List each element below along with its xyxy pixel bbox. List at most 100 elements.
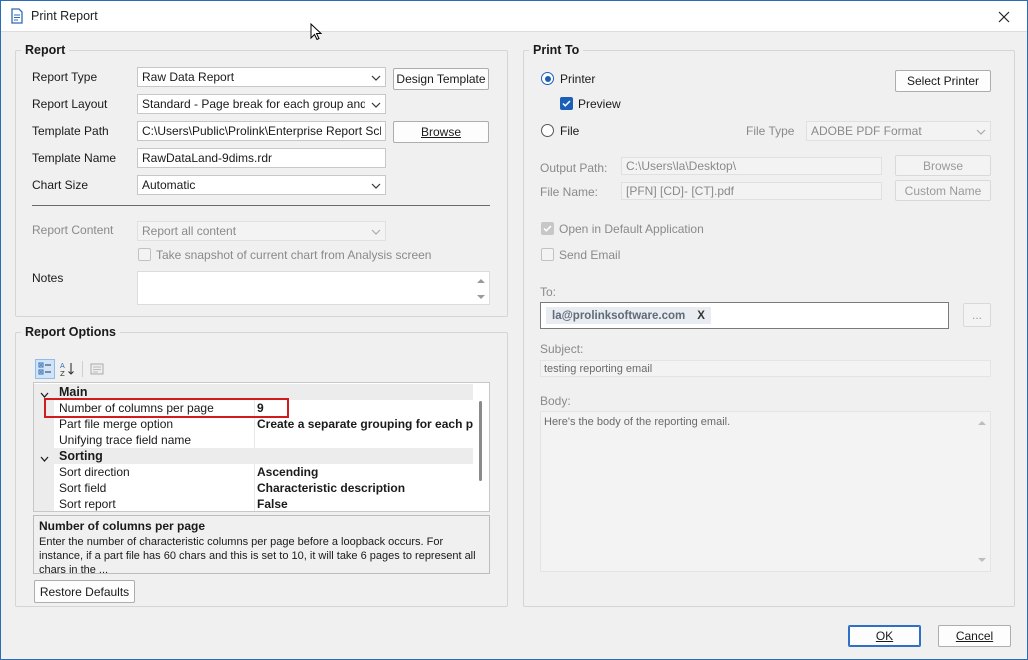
property-row[interactable]: Sort direction Ascending bbox=[34, 464, 474, 480]
cancel-label: Cancel bbox=[955, 629, 994, 643]
chart-size-label: Chart Size bbox=[32, 178, 89, 192]
description-title: Number of columns per page bbox=[39, 519, 206, 533]
snapshot-checkbox[interactable] bbox=[138, 248, 151, 261]
design-template-button[interactable]: Design Template bbox=[393, 68, 489, 90]
title-bar: Print Report bbox=[1, 1, 1027, 32]
custom-name-button[interactable]: Custom Name bbox=[895, 180, 991, 201]
property-grid-scrollbar[interactable] bbox=[473, 383, 489, 511]
chevron-down-icon bbox=[371, 180, 381, 194]
restore-defaults-label: Restore Defaults bbox=[39, 584, 130, 599]
snapshot-label: Take snapshot of current chart from Anal… bbox=[156, 248, 432, 262]
ok-button[interactable]: OK bbox=[848, 625, 921, 647]
svg-text:Z: Z bbox=[60, 370, 65, 377]
send-email-checkbox[interactable] bbox=[541, 248, 554, 261]
remove-recipient-icon[interactable]: X bbox=[697, 310, 705, 322]
report-options-title: Report Options bbox=[21, 325, 120, 339]
toolbar-separator bbox=[82, 361, 83, 377]
mouse-cursor-icon bbox=[310, 22, 323, 44]
restore-defaults-button[interactable]: Restore Defaults bbox=[34, 580, 135, 603]
report-type-label: Report Type bbox=[32, 70, 98, 84]
report-content-label: Report Content bbox=[32, 223, 114, 237]
template-name-field[interactable]: RawDataLand-9dims.rdr bbox=[137, 148, 386, 168]
report-group-title: Report bbox=[21, 43, 70, 57]
open-default-label: Open in Default Application bbox=[559, 222, 704, 236]
print-to-title: Print To bbox=[529, 43, 584, 57]
description-text: Enter the number of characteristic colum… bbox=[39, 536, 476, 576]
notes-label: Notes bbox=[32, 271, 64, 285]
body-label: Body: bbox=[540, 394, 571, 408]
sort-az-icon: AZ bbox=[60, 362, 74, 377]
output-path-label: Output Path: bbox=[540, 161, 608, 175]
file-name-label: File Name: bbox=[540, 185, 599, 199]
body-value: Here's the body of the reporting email. bbox=[544, 416, 731, 428]
category-sorting[interactable]: Sorting bbox=[34, 448, 474, 464]
report-layout-label: Report Layout bbox=[32, 97, 108, 111]
file-type-label: File Type bbox=[746, 124, 795, 138]
cancel-button[interactable]: Cancel bbox=[938, 625, 1011, 647]
property-pages-icon bbox=[90, 363, 104, 375]
chart-size-select[interactable]: Automatic bbox=[137, 175, 386, 195]
svg-text:A: A bbox=[60, 362, 65, 370]
notes-textarea[interactable] bbox=[137, 271, 490, 305]
printer-label: Printer bbox=[560, 72, 596, 86]
to-recipients-field[interactable]: la@prolinksoftware.com X bbox=[540, 302, 949, 329]
subject-field[interactable]: testing reporting email bbox=[540, 360, 991, 377]
file-label: File bbox=[560, 124, 580, 138]
output-browse-button[interactable]: Browse bbox=[895, 155, 991, 176]
more-label: ... bbox=[971, 308, 982, 322]
custom-name-label: Custom Name bbox=[904, 183, 982, 198]
output-path-field[interactable]: C:\Users\la\Desktop\ bbox=[621, 157, 882, 175]
chevron-down-icon bbox=[371, 226, 381, 240]
close-button[interactable] bbox=[981, 1, 1027, 32]
chevron-down-icon bbox=[371, 72, 381, 86]
report-layout-select[interactable]: Standard - Page break for each group and… bbox=[137, 94, 386, 114]
checkmark-icon bbox=[562, 100, 571, 107]
chevron-down-icon bbox=[976, 126, 986, 140]
property-row[interactable]: Sort report False bbox=[34, 496, 474, 511]
window-title: Print Report bbox=[31, 9, 98, 23]
template-path-field[interactable]: C:\Users\Public\Prolink\Enterprise Repor… bbox=[137, 121, 386, 141]
to-label: To: bbox=[540, 285, 557, 299]
property-row[interactable]: Unifying trace field name bbox=[34, 432, 474, 448]
report-type-select[interactable]: Raw Data Report bbox=[137, 67, 386, 87]
categorized-icon bbox=[38, 362, 51, 375]
body-scrollbar[interactable] bbox=[974, 412, 990, 571]
file-name-field[interactable]: [PFN] [CD]- [CT].pdf bbox=[621, 182, 882, 200]
ok-label: OK bbox=[875, 629, 894, 643]
property-pages-button[interactable] bbox=[87, 359, 107, 379]
browse-label: Browse bbox=[420, 125, 461, 139]
chevron-down-icon bbox=[371, 99, 381, 113]
checkmark-icon bbox=[543, 225, 552, 232]
template-path-label: Template Path bbox=[32, 124, 109, 138]
send-email-label: Send Email bbox=[559, 248, 621, 262]
template-browse-button[interactable]: Browse bbox=[393, 121, 489, 143]
alphabetical-view-button[interactable]: AZ bbox=[58, 359, 78, 379]
preview-label: Preview bbox=[578, 97, 621, 111]
section-divider bbox=[32, 205, 490, 206]
property-description-panel: Number of columns per page Enter the num… bbox=[33, 515, 490, 576]
print-report-dialog: Print Report Report Report Type Raw Data… bbox=[0, 0, 1028, 660]
document-icon bbox=[10, 8, 24, 27]
printer-radio[interactable] bbox=[541, 72, 554, 85]
template-name-label: Template Name bbox=[32, 151, 117, 165]
file-radio[interactable] bbox=[541, 124, 554, 137]
highlight-annotation bbox=[44, 398, 289, 418]
scrollbar-thumb[interactable] bbox=[479, 401, 482, 481]
open-default-checkbox[interactable] bbox=[541, 222, 554, 235]
categorized-view-button[interactable] bbox=[35, 359, 55, 379]
subject-value: testing reporting email bbox=[544, 363, 653, 375]
preview-checkbox[interactable] bbox=[560, 97, 573, 110]
body-textarea[interactable]: Here's the body of the reporting email. bbox=[540, 411, 991, 572]
report-content-select[interactable]: Report all content bbox=[137, 221, 386, 241]
property-row[interactable]: Part file merge option Create a separate… bbox=[34, 416, 474, 432]
property-row[interactable]: Sort field Characteristic description bbox=[34, 480, 474, 496]
address-book-button[interactable]: ... bbox=[963, 303, 991, 327]
output-browse-label: Browse bbox=[922, 158, 963, 173]
notes-scrollbar[interactable] bbox=[473, 272, 489, 304]
email-chip[interactable]: la@prolinksoftware.com X bbox=[546, 307, 711, 324]
file-type-select[interactable]: ADOBE PDF Format bbox=[806, 121, 991, 141]
close-icon bbox=[998, 11, 1010, 22]
select-printer-button[interactable]: Select Printer bbox=[895, 70, 991, 92]
email-chip-text: la@prolinksoftware.com bbox=[552, 309, 686, 322]
design-template-label: Design Template bbox=[396, 72, 486, 86]
